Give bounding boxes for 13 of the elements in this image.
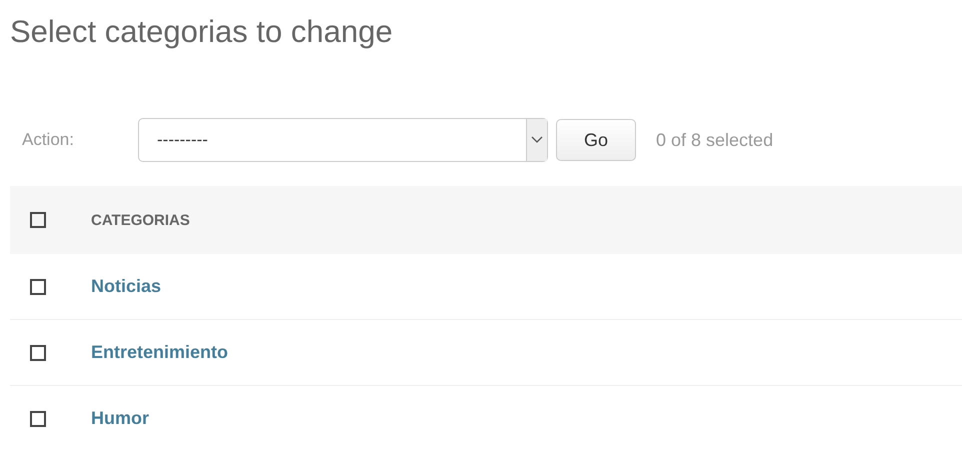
category-link[interactable]: Entretenimiento xyxy=(91,342,228,363)
select-all-checkbox[interactable] xyxy=(30,212,46,228)
row-checkbox[interactable] xyxy=(30,344,46,360)
row-checkbox[interactable] xyxy=(30,278,46,294)
page-title: Select categorias to change xyxy=(10,14,394,50)
category-link[interactable]: Humor xyxy=(91,408,149,429)
column-header[interactable]: CATEGORIAS xyxy=(91,212,190,228)
action-label: Action: xyxy=(22,130,75,150)
go-button[interactable]: Go xyxy=(556,119,636,161)
selection-counter: 0 of 8 selected xyxy=(656,130,774,150)
row-checkbox[interactable] xyxy=(30,410,46,426)
category-link[interactable]: Noticias xyxy=(91,276,162,297)
action-select[interactable]: --------- xyxy=(138,118,548,162)
